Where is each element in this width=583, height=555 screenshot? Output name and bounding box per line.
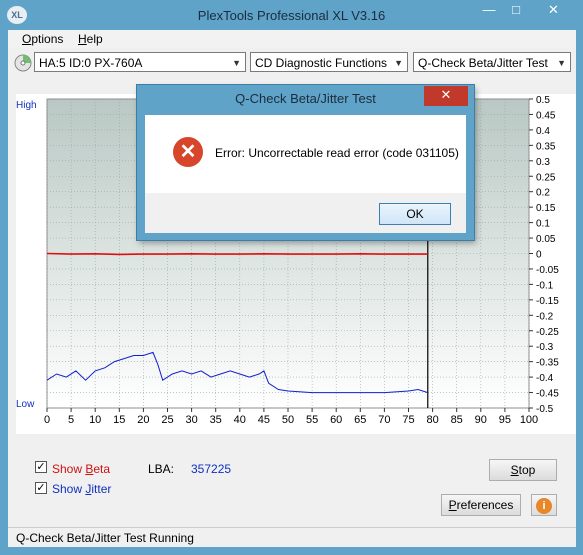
show-jitter-label[interactable]: Show Jitter: [52, 482, 111, 496]
chevron-down-icon: ▼: [394, 58, 403, 68]
x-tick-label: 20: [137, 414, 149, 426]
chevron-down-icon: ▼: [232, 58, 241, 68]
menu-options[interactable]: Options: [22, 32, 63, 46]
toolbar: HA:5 ID:0 PX-760A ▼ CD Diagnostic Functi…: [8, 48, 576, 78]
disc-icon: [14, 54, 32, 72]
y-tick-label: -0.35: [536, 358, 559, 369]
y-tick-label: 0.4: [536, 126, 550, 137]
function-select-value: CD Diagnostic Functions: [255, 56, 388, 70]
y-tick-label: 0.1: [536, 219, 550, 230]
status-text: Q-Check Beta/Jitter Test Running: [16, 531, 194, 545]
dialog-body: ✕ Error: Uncorrectable read error (code …: [145, 115, 466, 193]
close-button[interactable]: ✕: [531, 0, 576, 22]
y-tick-label: -0.3: [536, 342, 554, 353]
x-tick-label: 65: [354, 414, 366, 426]
x-tick-label: 90: [475, 414, 487, 426]
menu-bar: Options Help: [8, 30, 576, 48]
error-icon: ✕: [173, 137, 203, 167]
x-tick-label: 60: [330, 414, 342, 426]
lba-label: LBA:: [148, 462, 175, 476]
function-select[interactable]: CD Diagnostic Functions ▼: [250, 52, 408, 72]
y-tick-label: -0.4: [536, 373, 554, 384]
x-tick-label: 40: [234, 414, 246, 426]
y-tick-label: 0.35: [536, 141, 556, 152]
lba-value: 357225: [191, 462, 232, 476]
info-icon: i: [536, 498, 552, 514]
menu-help[interactable]: Help: [78, 32, 103, 46]
preferences-label: references: [456, 498, 514, 512]
y-tick-label: -0.1: [536, 280, 554, 291]
show-jitter-checkbox[interactable]: ✓: [35, 482, 47, 494]
preferences-button[interactable]: Preferences: [441, 494, 521, 516]
info-button[interactable]: i: [531, 494, 557, 516]
x-tick-label: 80: [426, 414, 438, 426]
x-tick-label: 70: [378, 414, 390, 426]
x-tick-label: 85: [451, 414, 463, 426]
test-select[interactable]: Q-Check Beta/Jitter Test ▼: [413, 52, 571, 72]
main-window: XL PlexTools Professional XL V3.16 — □ ✕…: [0, 0, 583, 555]
menu-options-mnemonic: O: [22, 32, 32, 46]
y-tick-label: 0.2: [536, 188, 550, 199]
menu-help-mnemonic: H: [78, 32, 87, 46]
dialog-close-button[interactable]: ✕: [424, 86, 468, 106]
show-beta-checkbox[interactable]: ✓: [35, 461, 47, 473]
show-jitter-label-pre: Show: [52, 482, 86, 496]
bottom-panel: ✓ Show Beta ✓ Show Jitter LBA: 357225 St…: [8, 448, 576, 527]
minimize-button[interactable]: —: [476, 0, 502, 22]
y-tick-label: -0.2: [536, 311, 554, 322]
x-tick-label: 45: [258, 414, 270, 426]
x-tick-label: 50: [282, 414, 294, 426]
x-tick-label: 100: [520, 414, 538, 426]
show-beta-label[interactable]: Show Beta: [52, 462, 110, 476]
x-tick-label: 15: [113, 414, 125, 426]
title-bar: XL PlexTools Professional XL V3.16 — □ ✕: [0, 0, 583, 30]
drive-select-value: HA:5 ID:0 PX-760A: [39, 56, 143, 70]
x-tick-label: 35: [210, 414, 222, 426]
error-dialog: Q-Check Beta/Jitter Test ✕ ✕ Error: Unco…: [137, 85, 474, 240]
maximize-button[interactable]: □: [503, 0, 529, 22]
test-select-value: Q-Check Beta/Jitter Test: [418, 56, 548, 70]
menu-options-label: ptions: [31, 32, 64, 46]
drive-select[interactable]: HA:5 ID:0 PX-760A ▼: [34, 52, 246, 72]
status-bar: Q-Check Beta/Jitter Test Running: [8, 527, 576, 547]
ok-button[interactable]: OK: [379, 203, 451, 225]
chevron-down-icon: ▼: [557, 58, 566, 68]
x-tick-label: 55: [306, 414, 318, 426]
y-tick-label: 0.5: [536, 95, 550, 106]
stop-label: top: [518, 463, 536, 477]
y-tick-label: 0.15: [536, 203, 556, 214]
menu-help-label: elp: [86, 32, 103, 46]
beta-series-line: [46, 252, 428, 256]
x-tick-label: 30: [185, 414, 197, 426]
left-axis-low-label: Low: [16, 399, 35, 410]
y-tick-label: 0.45: [536, 110, 556, 121]
stop-mnemonic: S: [510, 463, 519, 477]
x-tick-label: 0: [44, 414, 50, 426]
y-tick-label: -0.25: [536, 327, 559, 338]
y-tick-label: -0.5: [536, 404, 554, 415]
stop-button[interactable]: Stop: [489, 459, 557, 481]
y-tick-label: -0.15: [536, 296, 559, 307]
show-beta-label-pre: Show: [52, 462, 86, 476]
y-tick-label: 0.25: [536, 172, 556, 183]
y-tick-label: -0.05: [536, 265, 559, 276]
dialog-footer: OK: [145, 193, 466, 233]
x-tick-label: 10: [89, 414, 101, 426]
show-beta-label-rest: eta: [93, 462, 111, 476]
y-tick-label: -0.45: [536, 389, 559, 400]
y-tick-label: 0: [536, 250, 542, 261]
left-axis-high-label: High: [16, 100, 37, 111]
preferences-mnemonic: P: [448, 498, 457, 512]
x-tick-label: 95: [499, 414, 511, 426]
x-tick-label: 75: [402, 414, 414, 426]
y-tick-label: 0.05: [536, 234, 556, 245]
x-tick-label: 5: [68, 414, 74, 426]
x-tick-label: 25: [161, 414, 173, 426]
error-message: Error: Uncorrectable read error (code 03…: [215, 146, 459, 160]
y-tick-label: 0.3: [536, 157, 550, 168]
show-jitter-label-rest: itter: [91, 482, 112, 496]
